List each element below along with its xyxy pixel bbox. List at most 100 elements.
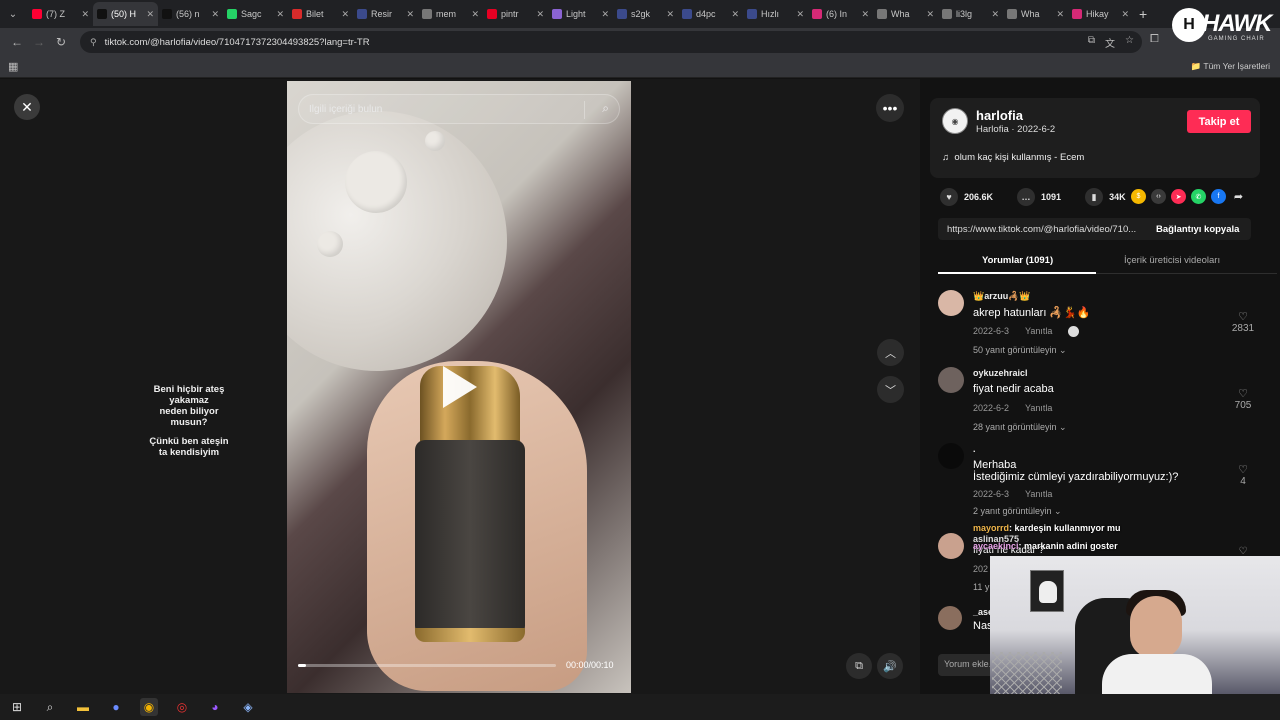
apps-grid-icon[interactable]: ▦ [8, 60, 18, 73]
comment-username[interactable]: oykuzehraicl [973, 368, 1028, 378]
comment-input[interactable]: Yorum ekle... [938, 654, 998, 676]
browser-tab[interactable]: Bilet ✕ [288, 2, 353, 26]
facebook-icon[interactable]: f [1211, 189, 1226, 204]
copy-link-button[interactable]: Bağlantıyı kopyala [1156, 224, 1239, 235]
view-replies-link[interactable]: 50 yanıt görüntüleyin ⌄ [973, 345, 1067, 356]
windows-start-icon[interactable]: ⊞ [8, 698, 26, 716]
comment-icon[interactable]: … [1017, 188, 1036, 206]
send-icon[interactable]: ➤ [1171, 189, 1186, 204]
commenter-avatar[interactable] [938, 443, 964, 469]
discord-icon[interactable]: ◕ [206, 698, 224, 716]
browser-tab[interactable]: (7) Z ✕ [28, 2, 93, 26]
tab-close-icon[interactable]: ✕ [211, 9, 219, 20]
browser-tab[interactable]: Wha ✕ [1003, 2, 1068, 26]
play-icon[interactable] [443, 366, 477, 408]
reply-link[interactable]: Yanıtla [1025, 403, 1052, 413]
back-icon[interactable]: ← [6, 35, 28, 49]
file-explorer-icon[interactable]: ▬ [74, 698, 92, 716]
whatsapp-icon[interactable]: ✆ [1191, 189, 1206, 204]
share-link-url[interactable]: https://www.tiktok.com/@harlofia/video/7… [938, 224, 1150, 235]
browser-tab[interactable]: Wha ✕ [873, 2, 938, 26]
search-icon[interactable]: ⌕ [602, 101, 609, 116]
tab-close-icon[interactable]: ✕ [731, 9, 739, 20]
tab-comments[interactable]: Yorumlar (1091) [982, 255, 1053, 266]
tab-close-icon[interactable]: ✕ [991, 9, 999, 20]
like-heart-icon[interactable]: ♥ [940, 188, 958, 206]
browser-tab[interactable]: Hızlı ✕ [743, 2, 808, 26]
browser-tab[interactable]: (50) H ✕ [93, 2, 158, 26]
address-bar[interactable]: ⚲ tiktok.com/@harlofia/video/71047173723… [80, 31, 1142, 53]
comment-like-icon[interactable]: ♡ [1228, 387, 1258, 400]
tab-close-icon[interactable]: ✕ [601, 9, 609, 20]
tab-close-icon[interactable]: ✕ [146, 9, 154, 20]
reply-link[interactable]: Yanıtla [1025, 326, 1052, 336]
volume-icon[interactable]: 🔊 [877, 653, 903, 679]
reply-link[interactable]: Yanıtla [1025, 489, 1052, 499]
view-replies-link[interactable]: 2 yanıt görüntüleyin ⌄ [973, 506, 1062, 517]
browser-tab[interactable]: s2gk ✕ [613, 2, 678, 26]
install-icon[interactable]: ⧉ [1088, 35, 1095, 50]
browser-tab[interactable]: (56) n ✕ [158, 2, 223, 26]
tab-creator-videos[interactable]: İçerik üreticisi videoları [1124, 255, 1220, 266]
tab-search-icon[interactable]: ⌄ [4, 5, 22, 23]
comment-username[interactable]: . [973, 444, 976, 454]
comment-username[interactable]: 👑arzuu🦂👑 [973, 291, 1031, 302]
video-search-input[interactable] [309, 103, 579, 115]
tab-close-icon[interactable]: ✕ [471, 9, 479, 20]
browser-tab[interactable]: mem ✕ [418, 2, 483, 26]
steam-icon[interactable]: ◈ [239, 698, 257, 716]
follow-button[interactable]: Takip et [1187, 110, 1251, 133]
more-options-icon[interactable]: ••• [876, 94, 904, 122]
browser-tab[interactable]: li3lg ✕ [938, 2, 1003, 26]
browser-tab[interactable]: pintr ✕ [483, 2, 548, 26]
miniplayer-icon[interactable]: ⧉ [846, 653, 872, 679]
browser-tab[interactable]: d4pc ✕ [678, 2, 743, 26]
browser-tab[interactable]: (6) In ✕ [808, 2, 873, 26]
comment-like-icon[interactable]: ♡ [1228, 310, 1258, 323]
author-avatar[interactable]: ◉ [942, 108, 968, 134]
extensions-icon[interactable]: ⧠ [1150, 33, 1159, 46]
embed-code-icon[interactable]: ‹› [1151, 189, 1166, 204]
next-video-icon[interactable]: ﹀ [877, 376, 904, 403]
view-replies-link[interactable]: 28 yanıt görüntüleyin ⌄ [973, 422, 1067, 433]
tab-close-icon[interactable]: ✕ [1056, 9, 1064, 20]
browser-tab[interactable]: Hikay ✕ [1068, 2, 1133, 26]
share-coin-icon[interactable]: $ [1131, 189, 1146, 204]
browser-tab[interactable]: Resir ✕ [353, 2, 418, 26]
bookmark-star-icon[interactable]: ☆ [1125, 35, 1134, 50]
tab-close-icon[interactable]: ✕ [536, 9, 544, 20]
comment-like-icon[interactable]: ♡ [1228, 463, 1258, 476]
all-bookmarks-link[interactable]: 📁 Tüm Yer İşaretleri [1191, 61, 1270, 72]
share-arrow-icon[interactable]: ➦ [1231, 189, 1246, 204]
new-tab-button[interactable]: + [1139, 6, 1147, 22]
tab-close-icon[interactable]: ✕ [666, 9, 674, 20]
video-search-box[interactable]: ⌕ [298, 94, 620, 124]
translate-icon[interactable]: 文 [1105, 35, 1115, 50]
previous-video-icon[interactable]: ︿ [877, 339, 904, 366]
tab-close-icon[interactable]: ✕ [406, 9, 414, 20]
commenter-avatar[interactable] [938, 606, 962, 630]
reload-icon[interactable]: ↻ [50, 35, 72, 49]
tab-close-icon[interactable]: ✕ [926, 9, 934, 20]
tab-close-icon[interactable]: ✕ [796, 9, 804, 20]
commenter-avatar[interactable] [938, 367, 964, 393]
close-icon[interactable]: ✕ [14, 94, 40, 120]
taskbar-search-icon[interactable]: ⌕ [41, 698, 59, 716]
chrome-icon[interactable]: ◉ [140, 698, 158, 716]
video-progress-bar[interactable] [298, 664, 556, 667]
view-replies-link[interactable]: 11 y [973, 582, 989, 592]
commenter-avatar[interactable] [938, 533, 964, 559]
commenter-avatar[interactable] [938, 290, 964, 316]
author-username[interactable]: harlofia [976, 108, 1023, 123]
app-icon[interactable]: ● [107, 698, 125, 716]
browser-tab[interactable]: Light ✕ [548, 2, 613, 26]
tab-close-icon[interactable]: ✕ [1121, 9, 1129, 20]
browser-tab[interactable]: Sagc ✕ [223, 2, 288, 26]
tab-close-icon[interactable]: ✕ [81, 9, 89, 20]
tab-close-icon[interactable]: ✕ [341, 9, 349, 20]
obs-icon[interactable]: ◎ [173, 698, 191, 716]
save-bookmark-icon[interactable]: ▮ [1085, 188, 1104, 206]
forward-icon[interactable]: → [28, 35, 50, 49]
music-link[interactable]: ♫ olum kaç kişi kullanmış - Ecem [942, 152, 1084, 163]
site-info-icon[interactable]: ⚲ [90, 37, 97, 48]
